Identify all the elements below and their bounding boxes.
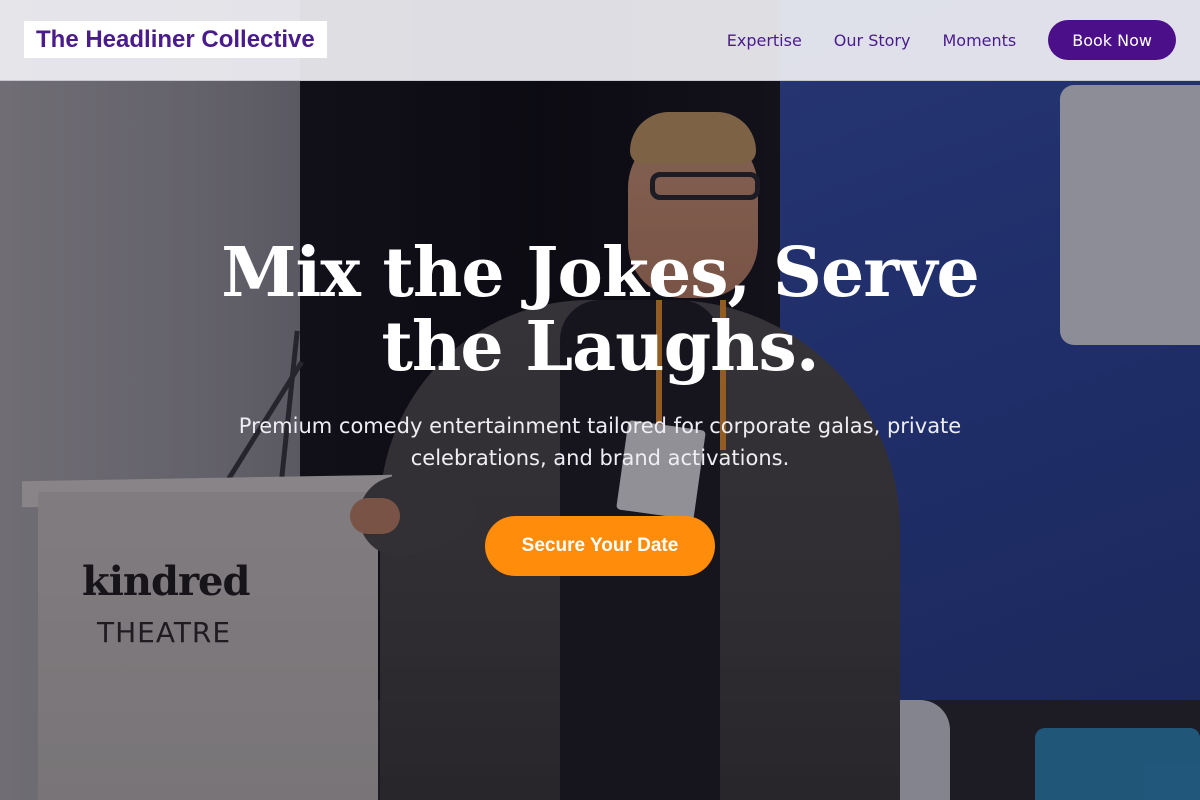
main-nav: Expertise Our Story Moments Book Now	[727, 20, 1176, 60]
hero-title: Mix the Jokes, Serve the Laughs.	[221, 233, 980, 387]
secure-your-date-button[interactable]: Secure Your Date	[485, 516, 715, 576]
nav-link-our-story[interactable]: Our Story	[834, 31, 911, 50]
site-header: The Headliner Collective Expertise Our S…	[0, 0, 1200, 81]
book-now-button[interactable]: Book Now	[1048, 20, 1176, 60]
brand-logo[interactable]: The Headliner Collective	[24, 21, 327, 58]
hero-subtitle: Premium comedy entertainment tailored fo…	[238, 414, 962, 470]
nav-link-moments[interactable]: Moments	[942, 31, 1016, 50]
nav-link-expertise[interactable]: Expertise	[727, 31, 802, 50]
hero-content: Mix the Jokes, Serve the Laughs. Premium…	[150, 236, 1050, 576]
